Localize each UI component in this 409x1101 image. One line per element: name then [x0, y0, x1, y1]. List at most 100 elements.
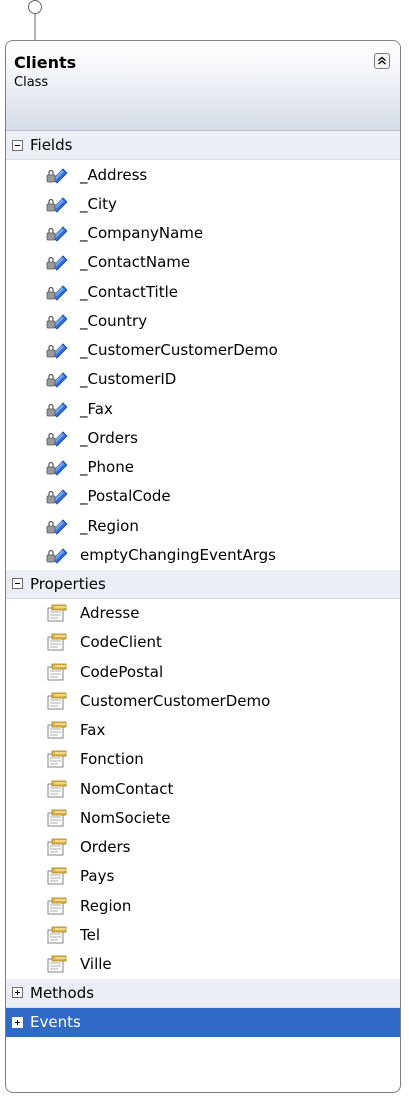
property-icon — [46, 926, 68, 944]
property-item-label: CustomerCustomerDemo — [80, 691, 271, 710]
field-item[interactable]: _CustomerID — [6, 365, 400, 394]
property-item-label: CodePostal — [80, 662, 164, 681]
private-field-icon — [46, 224, 68, 242]
expand-toggle-icon[interactable] — [12, 987, 23, 999]
property-item[interactable]: Region — [6, 891, 400, 920]
field-item[interactable]: _Fax — [6, 394, 400, 423]
collapse-toggle-icon[interactable] — [12, 139, 23, 151]
property-item-label: Adresse — [80, 604, 140, 623]
section-properties-header[interactable]: Properties — [6, 569, 400, 599]
private-field-icon — [46, 487, 68, 505]
section-events-label: Events — [30, 1013, 81, 1032]
field-item-label: _City — [80, 194, 117, 213]
collapse-toggle-icon[interactable] — [12, 578, 23, 589]
property-item[interactable]: NomSociete — [6, 803, 400, 832]
private-field-icon — [46, 429, 68, 447]
field-item-label: _ContactTitle — [80, 282, 179, 301]
property-item[interactable]: Fax — [6, 716, 400, 745]
property-item[interactable]: Adresse — [6, 599, 400, 628]
field-item[interactable]: _ContactName — [6, 248, 400, 277]
field-item-label: _Country — [80, 311, 148, 330]
property-item[interactable]: NomContact — [6, 774, 400, 803]
property-item[interactable]: CodePostal — [6, 657, 400, 686]
property-icon — [46, 780, 68, 798]
fields-list: _Address _City _CompanyName _ContactName _Co… — [6, 160, 400, 570]
private-field-icon — [46, 341, 68, 359]
property-icon — [46, 867, 68, 885]
section-methods-header[interactable]: Methods — [6, 978, 400, 1008]
property-icon — [46, 750, 68, 768]
property-icon — [46, 633, 68, 651]
property-icon — [46, 809, 68, 827]
field-item-label: _ContactName — [80, 253, 191, 272]
private-field-icon — [46, 195, 68, 213]
property-item-label: NomContact — [80, 779, 174, 798]
field-item[interactable]: _Phone — [6, 453, 400, 482]
private-field-icon — [46, 166, 68, 184]
class-kind: Class — [14, 75, 49, 90]
property-item-label: Fax — [80, 721, 106, 740]
field-item[interactable]: _City — [6, 189, 400, 218]
property-item[interactable]: CodeClient — [6, 628, 400, 657]
field-item[interactable]: _CompanyName — [6, 219, 400, 248]
property-item[interactable]: Tel — [6, 920, 400, 949]
field-item[interactable]: _Country — [6, 306, 400, 335]
property-icon — [46, 604, 68, 622]
property-item-label: Region — [80, 896, 132, 915]
property-item-label: Pays — [80, 867, 115, 886]
section-properties-label: Properties — [30, 574, 106, 593]
field-item[interactable]: _Region — [6, 511, 400, 540]
field-item-label: _Region — [80, 516, 139, 535]
property-item-label: Tel — [80, 925, 101, 944]
collapse-button[interactable] — [374, 53, 390, 69]
property-icon — [46, 721, 68, 739]
property-item-label: CodeClient — [80, 633, 162, 652]
section-fields-header[interactable]: Fields — [6, 131, 400, 160]
property-item[interactable]: Pays — [6, 862, 400, 891]
field-item[interactable]: _Address — [6, 160, 400, 189]
private-field-icon — [46, 253, 68, 271]
private-field-icon — [46, 370, 68, 388]
section-fields-label: Fields — [30, 136, 73, 154]
field-item-label: _CustomerID — [80, 370, 177, 389]
expand-toggle-icon[interactable] — [12, 1016, 23, 1028]
property-icon — [46, 897, 68, 915]
field-item[interactable]: _ContactTitle — [6, 277, 400, 306]
property-item[interactable]: Ville — [6, 950, 400, 979]
interface-lollipop-icon — [28, 0, 42, 40]
property-item[interactable]: Fonction — [6, 745, 400, 774]
section-methods-label: Methods — [30, 983, 95, 1002]
property-item-label: NomSociete — [80, 808, 171, 827]
class-title: Clients — [14, 53, 77, 72]
property-icon — [46, 663, 68, 681]
collapse-chevrons-icon — [378, 56, 386, 65]
field-item-label: _Orders — [80, 428, 138, 447]
field-item-label: _CustomerCustomerDemo — [80, 341, 278, 360]
field-item-label: _Address — [80, 165, 148, 184]
field-item-label: _Fax — [80, 399, 113, 418]
class-header[interactable]: Clients Class — [6, 41, 400, 131]
private-field-icon — [46, 400, 68, 418]
private-field-icon — [46, 517, 68, 535]
private-field-icon — [46, 312, 68, 330]
section-events-header[interactable]: Events — [6, 1007, 400, 1037]
property-item-label: Ville — [80, 955, 112, 974]
property-item-label: Fonction — [80, 750, 144, 769]
field-item[interactable]: _PostalCode — [6, 482, 400, 511]
field-item[interactable]: _Orders — [6, 423, 400, 452]
private-field-icon — [46, 546, 68, 564]
property-item-label: Orders — [80, 838, 131, 857]
property-item[interactable]: Orders — [6, 833, 400, 862]
field-item[interactable]: emptyChangingEventArgs — [6, 540, 400, 569]
property-icon — [46, 692, 68, 710]
property-icon — [46, 838, 68, 856]
field-item-label: emptyChangingEventArgs — [80, 545, 276, 564]
private-field-icon — [46, 283, 68, 301]
properties-list: Adresse CodeClient CodePostal CustomerCusto… — [6, 599, 400, 979]
private-field-icon — [46, 458, 68, 476]
field-item[interactable]: _CustomerCustomerDemo — [6, 336, 400, 365]
field-item-label: _PostalCode — [80, 487, 171, 506]
property-item[interactable]: CustomerCustomerDemo — [6, 686, 400, 715]
class-shape[interactable]: Clients Class Fields _Address _City _Compa… — [5, 40, 401, 1093]
field-item-label: _Phone — [80, 458, 134, 477]
